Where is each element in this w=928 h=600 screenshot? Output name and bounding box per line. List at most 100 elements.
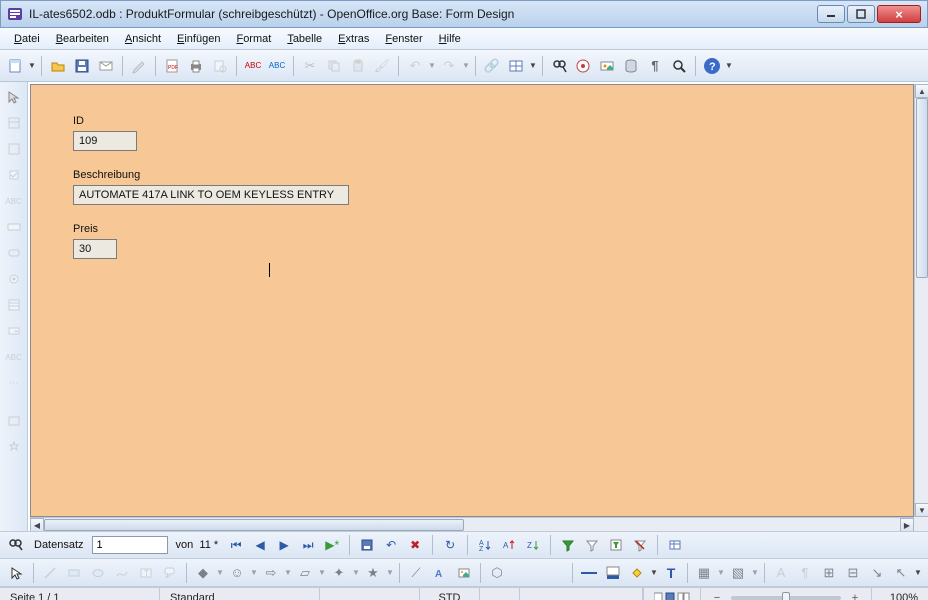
new-record-button[interactable]: ▶* <box>322 535 342 555</box>
arrange-button[interactable]: ▧ <box>727 562 749 584</box>
remove-filter-button[interactable] <box>630 535 650 555</box>
field-id[interactable]: 109 <box>73 131 137 151</box>
enter-group-button[interactable]: ↘ <box>866 562 888 584</box>
vertical-scrollbar[interactable]: ▲ ▼ <box>914 84 928 517</box>
fontwork-tool[interactable]: A <box>429 562 451 584</box>
line-color-button[interactable] <box>602 562 624 584</box>
gallery-button[interactable] <box>596 55 618 77</box>
sort-button[interactable]: AZ <box>475 535 495 555</box>
textbox-draw-tool[interactable]: T <box>135 562 157 584</box>
formatted-field-tool[interactable] <box>3 216 25 238</box>
form-canvas[interactable]: ID 109 Beschreibung AUTOMATE 417A LINK T… <box>30 84 914 517</box>
menu-einfuegen[interactable]: Einfügen <box>169 31 228 47</box>
zoom-out-icon[interactable]: − <box>711 592 723 600</box>
wizard-toggle[interactable] <box>3 436 25 458</box>
select-draw-tool[interactable] <box>6 562 28 584</box>
find-button[interactable] <box>548 55 570 77</box>
first-record-button[interactable]: ⏮ <box>226 535 246 555</box>
format-paintbrush-button[interactable]: 🖌 <box>371 55 393 77</box>
rect-tool[interactable] <box>63 562 85 584</box>
zoom-slider[interactable] <box>731 596 841 600</box>
cut-button[interactable]: ✂ <box>299 55 321 77</box>
arrow-shapes-tool[interactable]: ⇨ <box>260 562 282 584</box>
datasource-table-button[interactable] <box>665 535 685 555</box>
field-beschreibung[interactable]: AUTOMATE 417A LINK TO OEM KEYLESS ENTRY <box>73 185 349 205</box>
help-button[interactable]: ? <box>701 55 723 77</box>
hyperlink-button[interactable]: 🔗 <box>481 55 503 77</box>
refresh-button[interactable]: ↻ <box>440 535 460 555</box>
freeform-tool[interactable] <box>111 562 133 584</box>
option-button-tool[interactable] <box>3 268 25 290</box>
drawbar-overflow-icon[interactable]: ▼ <box>914 568 922 577</box>
select-tool[interactable] <box>3 86 25 108</box>
points-tool[interactable]: ⟋ <box>405 562 427 584</box>
table-dropdown-icon[interactable]: ▼ <box>529 61 537 70</box>
extrusion-tool[interactable]: ⬡ <box>486 562 508 584</box>
zoom-control[interactable]: − + <box>701 588 872 600</box>
scroll-left-icon[interactable]: ◀ <box>30 518 44 531</box>
edit-file-button[interactable] <box>128 55 150 77</box>
save-button[interactable] <box>71 55 93 77</box>
ungroup-button[interactable]: ⊟ <box>842 562 864 584</box>
menu-fenster[interactable]: Fenster <box>377 31 430 47</box>
auto-spellcheck-button[interactable]: ABC <box>266 55 288 77</box>
open-button[interactable] <box>47 55 69 77</box>
pushbutton-tool[interactable] <box>3 242 25 264</box>
paragraph-button[interactable]: ¶ <box>794 562 816 584</box>
menu-datei[interactable]: Datei <box>6 31 48 47</box>
text-tool-button[interactable]: T <box>660 562 682 584</box>
menu-bearbeiten[interactable]: Bearbeiten <box>48 31 117 47</box>
prev-record-button[interactable]: ◀ <box>250 535 270 555</box>
form-filter-button[interactable] <box>606 535 626 555</box>
print-button[interactable] <box>185 55 207 77</box>
datasource-button[interactable] <box>620 55 642 77</box>
from-file-tool[interactable] <box>453 562 475 584</box>
menu-tabelle[interactable]: Tabelle <box>279 31 330 47</box>
line-style-button[interactable] <box>578 562 600 584</box>
scroll-right-icon[interactable]: ▶ <box>900 518 914 531</box>
listbox-tool[interactable] <box>3 294 25 316</box>
toolbar-overflow-icon[interactable]: ▼ <box>725 61 733 70</box>
save-record-button[interactable] <box>357 535 377 555</box>
form-design-toggle[interactable] <box>3 410 25 432</box>
menu-extras[interactable]: Extras <box>330 31 377 47</box>
next-record-button[interactable]: ▶ <box>274 535 294 555</box>
line-tool[interactable] <box>39 562 61 584</box>
sort-asc-button[interactable]: A <box>499 535 519 555</box>
status-style[interactable]: Standard <box>160 588 320 600</box>
menu-ansicht[interactable]: Ansicht <box>117 31 169 47</box>
form-properties[interactable] <box>3 138 25 160</box>
spellcheck-button[interactable]: ABC <box>242 55 264 77</box>
menu-format[interactable]: Format <box>228 31 279 47</box>
redo-button[interactable]: ↷ <box>438 55 460 77</box>
textbox-tool[interactable]: ABC <box>3 190 25 212</box>
navigator-button[interactable] <box>572 55 594 77</box>
scroll-up-icon[interactable]: ▲ <box>915 84 928 98</box>
more-controls[interactable]: ⋯ <box>3 372 25 394</box>
copy-button[interactable] <box>323 55 345 77</box>
view-layout-button[interactable] <box>643 588 701 600</box>
paste-button[interactable] <box>347 55 369 77</box>
star-shapes-tool[interactable]: ★ <box>362 562 384 584</box>
exit-group-button[interactable]: ↖ <box>890 562 912 584</box>
checkbox-tool[interactable] <box>3 164 25 186</box>
scroll-down-icon[interactable]: ▼ <box>915 503 928 517</box>
delete-record-button[interactable]: ✖ <box>405 535 425 555</box>
font-button[interactable]: A <box>770 562 792 584</box>
combobox-tool[interactable] <box>3 320 25 342</box>
mail-button[interactable] <box>95 55 117 77</box>
record-number-input[interactable] <box>92 536 168 554</box>
area-fill-button[interactable] <box>626 562 648 584</box>
zoom-in-icon[interactable]: + <box>849 592 861 600</box>
last-record-button[interactable]: ⏭ <box>298 535 318 555</box>
control-properties[interactable] <box>3 112 25 134</box>
callout-tool[interactable] <box>159 562 181 584</box>
menu-hilfe[interactable]: Hilfe <box>431 31 469 47</box>
flowchart-shapes-tool[interactable]: ▱ <box>294 562 316 584</box>
ellipse-tool[interactable] <box>87 562 109 584</box>
status-mode[interactable]: STD <box>420 588 480 600</box>
align-button[interactable]: ▦ <box>693 562 715 584</box>
zoom-slider-knob[interactable] <box>782 592 790 600</box>
export-pdf-button[interactable]: PDF <box>161 55 183 77</box>
new-doc-button[interactable] <box>4 55 26 77</box>
